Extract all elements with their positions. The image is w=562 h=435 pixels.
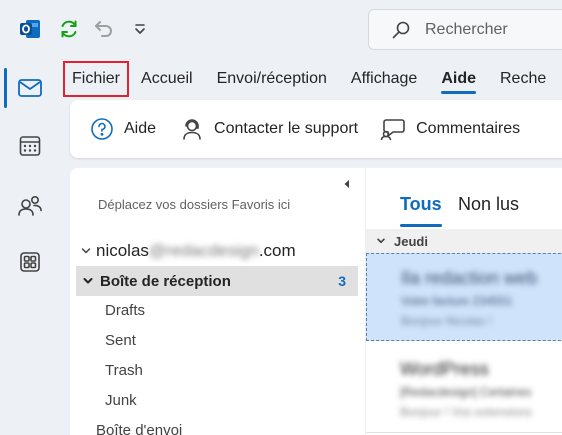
ribbon-tabs: Fichier Accueil Envoi/réception Affichag… — [62, 61, 562, 97]
rail-active-indicator — [4, 68, 7, 108]
filter-all-tab[interactable]: Tous — [400, 194, 442, 227]
ribbon-toolbar: Aide Contacter le support Commentaires — [70, 100, 562, 158]
tab-file[interactable]: Fichier — [62, 61, 130, 97]
message-sender: Ila redaction web — [401, 268, 538, 288]
sync-icon[interactable] — [58, 18, 80, 40]
account-row[interactable]: nicolas @redacdesign .com — [80, 240, 296, 262]
help-button[interactable]: Aide — [90, 117, 156, 141]
favorites-hint: Déplacez vos dossiers Favoris ici — [98, 197, 291, 212]
folder-sent[interactable]: Sent — [105, 332, 136, 349]
chevron-down-icon — [377, 238, 385, 244]
contact-support-label: Contacter le support — [214, 120, 359, 137]
outlook-logo-icon — [18, 17, 42, 41]
search-icon — [392, 21, 410, 38]
feedback-button[interactable]: Commentaires — [380, 117, 520, 141]
rail-apps[interactable] — [14, 246, 46, 278]
tab-view[interactable]: Affichage — [351, 62, 417, 96]
folder-trash[interactable]: Trash — [105, 362, 143, 379]
undo-icon[interactable] — [93, 18, 115, 40]
rail-mail[interactable] — [14, 72, 46, 104]
apps-grid-icon — [20, 252, 40, 272]
inbox-unread-count: 3 — [338, 273, 346, 289]
rail-calendar[interactable] — [14, 130, 46, 162]
account-name-prefix: nicolas — [96, 241, 149, 260]
message-group-header[interactable]: Jeudi — [366, 229, 562, 253]
message-sender: WordPress — [400, 359, 489, 379]
message-subject: Votre facture 234551 — [401, 294, 513, 308]
message-subject: [Redacdesign] Certaines — [400, 385, 532, 399]
folder-inbox[interactable]: Boîte de réception 3 — [76, 266, 358, 296]
collapse-pane-button[interactable] — [340, 177, 354, 191]
filter-unread-tab[interactable]: Non lus — [458, 194, 519, 215]
folder-drafts[interactable]: Drafts — [105, 302, 145, 319]
message-divider — [366, 432, 562, 433]
chevron-down-icon — [83, 278, 93, 284]
calendar-icon — [19, 136, 41, 156]
quick-access-dropdown-icon[interactable] — [133, 21, 147, 37]
search-placeholder: Rechercher — [425, 20, 508, 38]
help-icon — [91, 118, 113, 140]
feedback-label: Commentaires — [416, 120, 521, 137]
mail-icon — [18, 79, 42, 97]
help-label: Aide — [124, 120, 157, 137]
chevron-left-icon — [344, 180, 349, 188]
message-preview: Bonjour ! Vos extensions — [400, 405, 533, 419]
search-input[interactable]: Rechercher — [368, 9, 562, 50]
account-name-redacted: @redacdesign — [148, 241, 259, 260]
tab-home[interactable]: Accueil — [141, 62, 193, 96]
folder-outbox[interactable]: Boîte d'envoi — [96, 422, 182, 435]
account-name-suffix: .com — [258, 241, 296, 260]
message-item[interactable]: WordPress [Redacdesign] Certaines Bonjou… — [366, 345, 562, 435]
folder-junk[interactable]: Junk — [105, 392, 137, 409]
message-preview: Bonjour Nicolas ! — [401, 314, 492, 328]
people-icon — [18, 195, 42, 216]
chevron-down-icon — [81, 248, 91, 254]
headset-person-icon — [183, 119, 201, 140]
message-group-label: Jeudi — [394, 233, 428, 249]
inbox-label: Boîte de réception — [100, 272, 231, 290]
feedback-icon — [380, 119, 405, 141]
contact-support-button[interactable]: Contacter le support — [180, 117, 358, 141]
message-item-selected[interactable]: Ila redaction web Votre facture 234551 B… — [366, 253, 562, 341]
tab-send-receive[interactable]: Envoi/réception — [217, 62, 327, 96]
rail-people[interactable] — [14, 190, 46, 222]
tab-search[interactable]: Reche — [500, 62, 546, 96]
tab-help[interactable]: Aide — [441, 62, 476, 96]
